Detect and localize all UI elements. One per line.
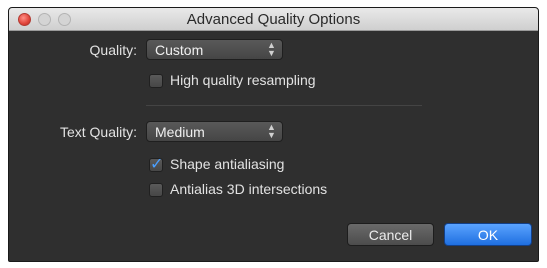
ok-button[interactable]: OK bbox=[444, 223, 532, 246]
quality-label: Quality: bbox=[89, 42, 137, 58]
section-divider bbox=[146, 105, 422, 106]
text-quality-label: Text Quality: bbox=[59, 124, 137, 140]
quality-popup-value: Custom bbox=[155, 42, 204, 58]
high-quality-resampling-label: High quality resampling bbox=[170, 72, 316, 88]
popup-arrows-icon: ▲ ▼ bbox=[267, 122, 276, 140]
advanced-quality-options-dialog: Advanced Quality Options Quality: Custom… bbox=[8, 7, 539, 262]
window-title: Advanced Quality Options bbox=[186, 11, 361, 28]
antialias-3d-intersections-label: Antialias 3D intersections bbox=[170, 181, 328, 197]
popup-arrows-icon: ▲ ▼ bbox=[267, 40, 276, 58]
high-quality-resampling-checkbox[interactable] bbox=[149, 74, 163, 88]
checkmark-icon: ✓ bbox=[150, 156, 164, 173]
title-bar: Advanced Quality Options bbox=[9, 8, 538, 31]
shape-antialiasing-label: Shape antialiasing bbox=[170, 156, 285, 172]
cancel-button[interactable]: Cancel bbox=[347, 223, 434, 246]
text-quality-popup[interactable]: Medium ▲ ▼ bbox=[146, 121, 283, 142]
text-quality-popup-value: Medium bbox=[155, 124, 205, 140]
antialias-3d-intersections-checkbox[interactable] bbox=[149, 183, 163, 197]
quality-popup[interactable]: Custom ▲ ▼ bbox=[146, 39, 283, 60]
shape-antialiasing-checkbox[interactable]: ✓ bbox=[149, 156, 163, 173]
